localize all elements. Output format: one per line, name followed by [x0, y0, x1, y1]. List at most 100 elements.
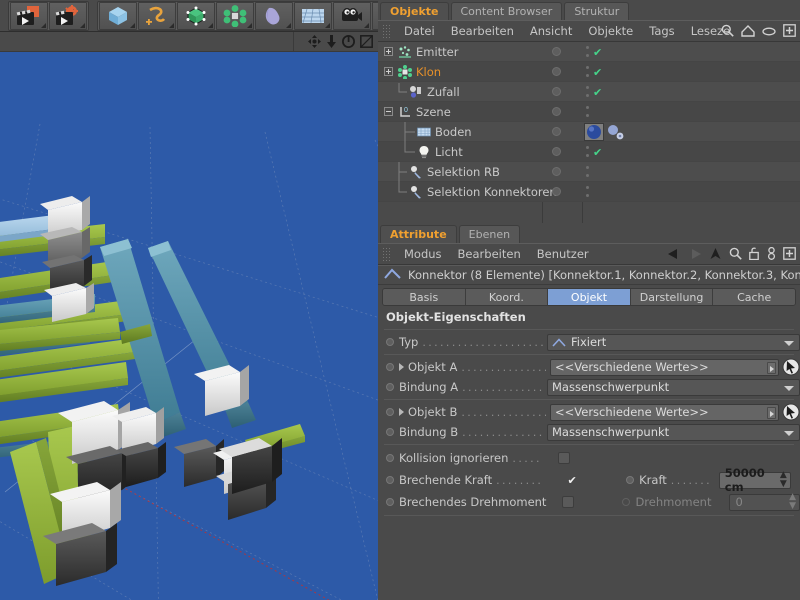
expander-szene[interactable]	[384, 107, 393, 116]
objekt-b-link-field[interactable]: <<Verschiedene Werte>>	[550, 403, 779, 421]
tag-dot-a[interactable]	[586, 106, 589, 109]
objekt-b-picker-icon[interactable]	[782, 403, 800, 421]
forward-arrow-icon[interactable]	[688, 248, 702, 263]
kraft-spinner-icon[interactable]: ▲ ▼	[780, 471, 787, 489]
array-button[interactable]	[216, 1, 254, 30]
menu-objekte[interactable]: Objekte	[580, 20, 641, 42]
expand-triangle-icon[interactable]	[399, 408, 404, 416]
search-icon[interactable]	[721, 24, 734, 40]
viewport-scale-icon[interactable]	[326, 35, 337, 48]
typ-dropdown[interactable]: Fixiert	[547, 333, 800, 351]
search-icon[interactable]	[729, 247, 742, 263]
object-manager-grip[interactable]	[382, 24, 391, 38]
brechende-kraft-checkbox[interactable]	[566, 474, 579, 486]
param-dot[interactable]	[386, 498, 394, 506]
expander-emitter[interactable]	[384, 47, 393, 56]
camera-button[interactable]	[333, 1, 371, 30]
tag-dot-a[interactable]	[586, 46, 589, 49]
plus-box-icon[interactable]	[783, 24, 796, 40]
menu-bearbeiten[interactable]: Bearbeiten	[443, 20, 522, 42]
object-tree[interactable]: Emitter ✔ Klon ✔ Zufall ✔ 0 Szene Boden …	[378, 42, 800, 223]
enabled-check[interactable]: ✔	[593, 147, 602, 158]
enabled-check[interactable]: ✔	[593, 47, 602, 58]
tag-dot-a[interactable]	[586, 86, 589, 89]
link-dropdown-arrow[interactable]	[767, 406, 776, 419]
param-dot[interactable]	[386, 363, 394, 371]
tag-dot-b[interactable]	[586, 174, 589, 177]
object-row-selektion-rb[interactable]: Selektion RB	[378, 161, 800, 182]
param-dot[interactable]	[386, 408, 394, 416]
param-dot[interactable]	[386, 383, 394, 391]
visibility-dot[interactable]	[552, 147, 561, 156]
material-tag[interactable]	[584, 123, 604, 144]
visibility-dot[interactable]	[552, 67, 561, 76]
spline-button[interactable]	[138, 1, 176, 30]
unlock-icon[interactable]	[749, 247, 760, 263]
object-manager[interactable]: Emitter ✔ Klon ✔ Zufall ✔ 0 Szene Boden …	[378, 42, 800, 224]
bindung-a-dropdown[interactable]: Massenschwerpunkt	[547, 378, 800, 396]
deformer-button[interactable]	[255, 1, 293, 30]
enabled-check[interactable]: ✔	[593, 87, 602, 98]
tag-dot-a[interactable]	[586, 66, 589, 69]
dynamics-tag[interactable]	[607, 124, 625, 143]
tab-ebenen[interactable]: Ebenen	[458, 225, 521, 243]
viewport-maximize-icon[interactable]	[360, 35, 373, 48]
subtab-cache[interactable]: Cache	[713, 289, 795, 305]
bindung-b-dropdown[interactable]: Massenschwerpunkt	[547, 423, 800, 441]
menu-bearbeiten[interactable]: Bearbeiten	[450, 243, 529, 265]
visibility-dot[interactable]	[552, 87, 561, 96]
tab-objekte[interactable]: Objekte	[380, 2, 449, 20]
viewport-move-icon[interactable]	[308, 35, 321, 48]
subtab-darstellung[interactable]: Darstellung	[630, 289, 714, 305]
visibility-dot[interactable]	[552, 167, 561, 176]
expander-klon[interactable]	[384, 67, 393, 76]
animation-playback-button[interactable]	[10, 1, 48, 30]
menu-benutzer[interactable]: Benutzer	[529, 243, 597, 265]
expand-triangle-icon[interactable]	[399, 363, 404, 371]
object-row-selektion-konnektoren[interactable]: Selektion Konnektoren	[378, 181, 800, 202]
tab-struktur[interactable]: Struktur	[564, 2, 630, 20]
tag-dot-a[interactable]	[586, 186, 589, 189]
visibility-dot[interactable]	[552, 127, 561, 136]
viewport-rotate-icon[interactable]	[342, 35, 355, 48]
tab-attribute[interactable]: Attribute	[380, 225, 457, 243]
kraft-input[interactable]: 50000 cm ▲ ▼	[718, 466, 791, 494]
subtab-objekt[interactable]: Objekt	[548, 289, 631, 305]
object-row-boden[interactable]: Boden	[378, 121, 800, 144]
param-dot[interactable]	[386, 476, 394, 484]
cube-primitive-button[interactable]	[99, 1, 137, 30]
objekt-a-link-field[interactable]: <<Verschiedene Werte>>	[550, 358, 779, 376]
menu-ansicht[interactable]: Ansicht	[522, 20, 580, 42]
tag-dot-a[interactable]	[586, 146, 589, 149]
viewport[interactable]	[0, 32, 378, 600]
subtab-basis[interactable]: Basis	[383, 289, 466, 305]
link-dropdown-arrow[interactable]	[767, 361, 776, 374]
menu-datei[interactable]: Datei	[396, 20, 443, 42]
visibility-dot[interactable]	[552, 47, 561, 56]
objekt-a-picker-icon[interactable]	[782, 358, 800, 376]
tag-dot-b[interactable]	[586, 74, 589, 77]
tag-dot-b[interactable]	[586, 114, 589, 117]
param-dot[interactable]	[386, 338, 394, 346]
object-row-emitter[interactable]: Emitter ✔	[378, 42, 800, 62]
enabled-check[interactable]: ✔	[593, 67, 602, 78]
visibility-dot[interactable]	[552, 187, 561, 196]
tag-dot-b[interactable]	[586, 154, 589, 157]
link-icon[interactable]	[767, 246, 776, 263]
object-row-klon[interactable]: Klon ✔	[378, 62, 800, 82]
object-row-licht[interactable]: Licht ✔	[378, 141, 800, 162]
menu-tags[interactable]: Tags	[641, 20, 682, 42]
param-dot[interactable]	[386, 454, 394, 462]
animation-settings-button[interactable]	[49, 1, 87, 30]
tab-content-browser[interactable]: Content Browser	[450, 2, 563, 20]
back-arrow-icon[interactable]	[667, 248, 681, 263]
tag-dot-a[interactable]	[586, 166, 589, 169]
subtab-koord[interactable]: Koord.	[465, 289, 549, 305]
eye-icon[interactable]	[762, 26, 776, 39]
kollision-ignorieren-checkbox[interactable]	[558, 452, 571, 464]
tag-dot-b[interactable]	[586, 94, 589, 97]
param-dot[interactable]	[386, 428, 394, 436]
home-icon[interactable]	[741, 24, 755, 40]
tag-dot-b[interactable]	[586, 54, 589, 57]
up-arrow-icon[interactable]	[709, 247, 722, 263]
